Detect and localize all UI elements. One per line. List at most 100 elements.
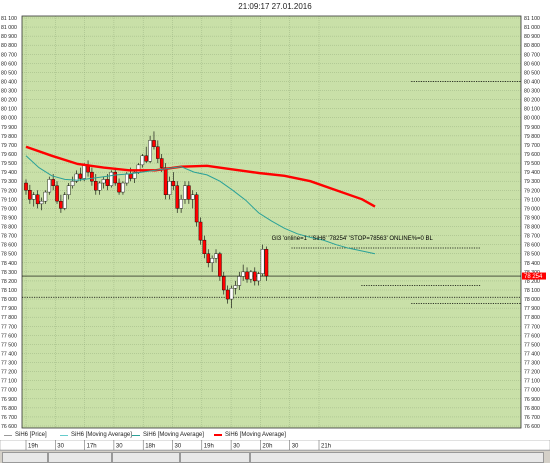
candle-body [82,164,86,179]
candle-body [171,180,176,186]
x-tick-label: 30 [116,444,123,450]
y-tick-label-right: 78 900 [524,215,540,221]
legend-label: SiH6 [Moving Average] [143,432,204,438]
x-tick-label: 18h [145,444,155,450]
y-tick-label-left: 80 600 [1,61,17,67]
candle-body [175,185,180,209]
y-tick-label-right: 79 100 [524,197,540,203]
y-tick-label-left: 77 800 [1,315,17,321]
legend-item: SiH6 [Price] [4,430,47,440]
candle-body [24,182,28,191]
candle-body [70,180,75,186]
y-tick-label-left: 79 900 [1,125,17,131]
candle-body [148,140,152,162]
candle-body [93,180,98,191]
y-tick-label-right: 77 800 [524,315,540,321]
y-tick-label-left: 78 400 [1,261,17,267]
candle-body [190,194,195,200]
candle-body [55,185,59,202]
y-tick-label-right: 78 500 [524,252,540,258]
y-tick-label-right: 78 400 [524,261,540,267]
candle-body [167,180,172,195]
candle-body [152,140,156,147]
legend-label: SiH6 [Price] [15,432,47,438]
time-axis: 19h 30 17h 30 18h 30 19h 30 20h 30 21h [0,440,550,450]
candle-body [229,287,234,300]
y-tick-label-left: 77 000 [1,388,17,394]
y-tick-label-left: 76 800 [1,406,17,412]
y-tick-label-right: 80 900 [524,34,540,40]
candle-body [252,271,257,282]
candle-body [31,194,36,200]
candle-body [109,171,114,186]
y-tick-label-left: 77 100 [1,379,17,385]
y-tick-label-left: 80 900 [1,34,17,40]
y-tick-label-left: 78 500 [1,252,17,258]
candle-body [43,191,48,202]
y-tick-label-right: 76 900 [524,397,540,403]
candle-body [140,155,145,166]
y-tick-label-left: 79 500 [1,161,17,167]
y-tick-label-left: 79 100 [1,197,17,203]
x-tick-label: 20h [262,444,272,450]
candle-body [194,194,199,223]
candle-body [113,171,117,184]
y-tick-label-left: 80 400 [1,79,17,85]
y-tick-label-right: 79 400 [524,170,540,176]
plot-area[interactable] [22,16,521,428]
candle-body [62,194,67,209]
candle-body [28,190,32,200]
candle-body [206,253,211,264]
y-tick-label-right: 80 100 [524,107,540,113]
y-tick-label-right: 78 700 [524,234,540,240]
candle-body [198,221,203,241]
candle-body [214,253,218,259]
candle-body [249,271,253,280]
y-tick-label-right: 79 800 [524,134,540,140]
y-tick-label-left: 80 000 [1,116,17,122]
y-tick-label-right: 79 900 [524,125,540,131]
x-tick-label: 19h [204,444,214,450]
candle-body [183,185,187,200]
y-tick-label-right: 79 600 [524,152,540,158]
y-tick-label-right: 76 700 [524,415,540,421]
candle-body [117,182,121,193]
legend-item: SiH6 [Moving Average] [132,430,204,440]
candle-body [218,253,222,277]
y-tick-label-left: 77 900 [1,306,17,312]
x-tick-label: 30 [233,444,240,450]
y-tick-label-left: 79 700 [1,143,17,149]
status-cell [2,452,48,463]
candle-body [260,248,265,274]
candle-body [221,276,226,291]
candle-body [233,285,238,289]
legend-swatch [60,434,68,436]
status-cell [250,452,544,463]
y-tick-label-left: 79 800 [1,134,17,140]
y-tick-label-left: 80 300 [1,89,17,95]
y-tick-label-right: 80 000 [524,116,540,122]
candle-body [187,185,191,200]
candle-body [179,199,183,209]
legend-swatch [132,434,140,436]
candle-body [39,200,44,205]
x-tick-label: 30 [57,444,64,450]
candle-body [237,276,242,286]
candle-body [264,248,269,277]
y-tick-label-right: 79 300 [524,179,540,185]
candle-body [97,182,102,191]
y-tick-label-left: 80 700 [1,52,17,58]
y-tick-label-left: 80 800 [1,43,17,49]
candle-body [256,273,261,282]
price-chart[interactable]: 76 60076 70076 80076 90077 00077 10077 2… [0,14,550,430]
y-tick-label-left: 78 300 [1,270,17,276]
legend-swatch [214,434,222,436]
status-cell [112,452,180,463]
y-tick-label-left: 78 100 [1,288,17,294]
y-tick-label-left: 78 000 [1,297,17,303]
candle-body [51,179,55,186]
legend: SiH6 [Price] SiH6 [Moving Average] SiH6 [M… [0,430,550,440]
candle-body [245,271,249,280]
y-tick-label-right: 80 500 [524,70,540,76]
y-tick-label-left: 79 400 [1,170,17,176]
